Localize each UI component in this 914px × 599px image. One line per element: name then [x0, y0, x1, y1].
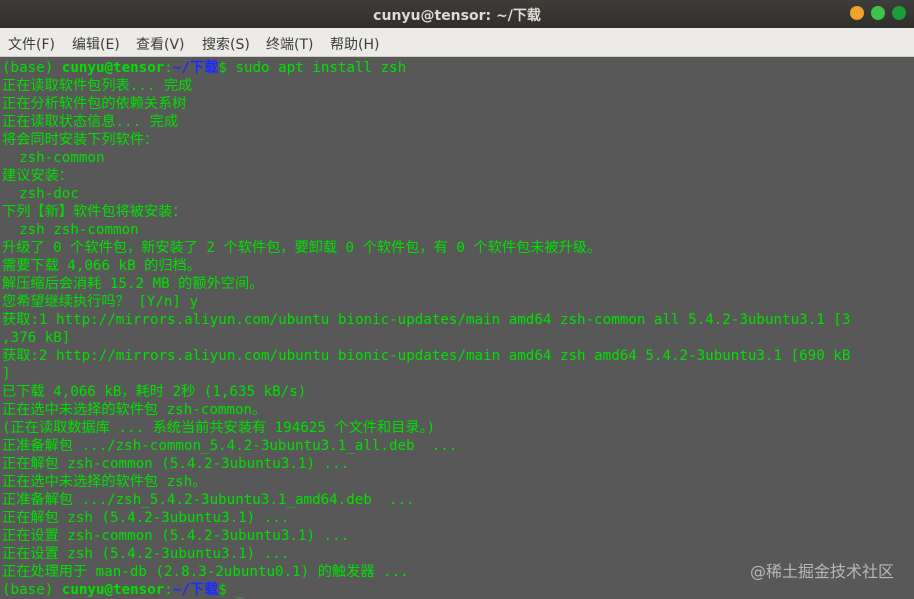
output-line: ,376 kB]: [2, 330, 71, 346]
prompt-separator: :: [164, 582, 173, 598]
output-line: zsh zsh-common: [2, 222, 139, 238]
output-line: 获取:2 http://mirrors.aliyun.com/ubuntu bi…: [2, 348, 851, 364]
output-line: 已下载 4,066 kB，耗时 2秒 (1,635 kB/s): [2, 384, 307, 400]
output-line: 解压缩后会消耗 15.2 MB 的额外空间。: [2, 276, 264, 292]
close-button[interactable]: [892, 6, 906, 20]
output-line: zsh-doc: [2, 186, 79, 202]
output-line: zsh-common: [2, 150, 105, 166]
menu-search[interactable]: 搜索(S): [202, 34, 250, 54]
output-line: 您希望继续执行吗？ [Y/n] y: [2, 294, 199, 310]
menu-file[interactable]: 文件(F): [8, 34, 55, 54]
prompt-line-final: (base) cunyu@tensor:~/下载$ _: [2, 581, 244, 599]
output-line: 需要下载 4,066 kB 的归档。: [2, 258, 201, 274]
prompt-command: sudo apt install zsh: [235, 60, 407, 76]
menu-edit[interactable]: 编辑(E): [72, 34, 120, 54]
output-line: 正在解包 zsh-common (5.4.2-3ubuntu3.1) ...: [2, 456, 350, 472]
output-line: 正在处理用于 man-db (2.8.3-2ubuntu0.1) 的触发器 ..…: [2, 564, 409, 580]
output-line: 下列【新】软件包将被安装：: [2, 204, 187, 220]
prompt-separator: :: [164, 60, 173, 76]
output-line: 正在选中未选择的软件包 zsh。: [2, 474, 207, 490]
prompt-path: ~/下载: [172, 60, 219, 76]
menu-terminal[interactable]: 终端(T): [266, 34, 313, 54]
output-line: 正在读取软件包列表... 完成: [2, 78, 193, 94]
prompt-user: cunyu@tensor: [61, 582, 165, 598]
menu-help[interactable]: 帮助(H): [330, 34, 379, 54]
output-line: 正在选中未选择的软件包 zsh-common。: [2, 402, 267, 418]
minimize-button[interactable]: [850, 6, 864, 20]
output-line: 正在设置 zsh-common (5.4.2-3ubuntu3.1) ...: [2, 528, 350, 544]
prompt-user: cunyu@tensor: [61, 60, 165, 76]
prompt-env: (base): [2, 60, 62, 76]
output-line: 正准备解包 .../zsh_5.4.2-3ubuntu3.1_amd64.deb…: [2, 492, 415, 508]
menu-bar: 文件(F) 编辑(E) 查看(V) 搜索(S) 终端(T) 帮助(H): [0, 28, 914, 57]
menu-view[interactable]: 查看(V): [136, 34, 185, 54]
prompt-line: (base) cunyu@tensor:~/下载$ sudo apt insta…: [2, 59, 406, 77]
title-bar[interactable]: cunyu@tensor: ~/下载: [0, 0, 914, 28]
text-cursor: _: [235, 582, 244, 598]
output-line: (正在读取数据库 ... 系统当前共安装有 194625 个文件和目录。): [2, 420, 436, 436]
window-title: cunyu@tensor: ~/下载: [373, 8, 541, 24]
output-line: 正在解包 zsh (5.4.2-3ubuntu3.1) ...: [2, 510, 290, 526]
output-line: 获取:1 http://mirrors.aliyun.com/ubuntu bi…: [2, 312, 851, 328]
terminal-output[interactable]: (base) cunyu@tensor:~/下载$ sudo apt insta…: [0, 57, 914, 599]
output-line: 正在设置 zsh (5.4.2-3ubuntu3.1) ...: [2, 546, 290, 562]
output-line: ]: [2, 366, 11, 382]
prompt-dollar: $: [218, 60, 236, 76]
output-line: 正在读取状态信息... 完成: [2, 114, 179, 130]
output-line: 升级了 0 个软件包，新安装了 2 个软件包，要卸载 0 个软件包，有 0 个软…: [2, 240, 602, 256]
output-line: 将会同时安装下列软件：: [2, 132, 159, 148]
terminal-window: cunyu@tensor: ~/下载 文件(F) 编辑(E) 查看(V) 搜索(…: [0, 0, 914, 599]
prompt-env: (base): [2, 582, 62, 598]
output-line: 正准备解包 .../zsh-common_5.4.2-3ubuntu3.1_al…: [2, 438, 458, 454]
output-line: 建议安装：: [2, 168, 73, 184]
prompt-dollar: $: [218, 582, 236, 598]
maximize-button[interactable]: [871, 6, 885, 20]
output-line: 正在分析软件包的依赖关系树: [2, 96, 187, 112]
prompt-path: ~/下载: [172, 582, 219, 598]
watermark: @稀土掘金技术社区: [749, 562, 894, 581]
